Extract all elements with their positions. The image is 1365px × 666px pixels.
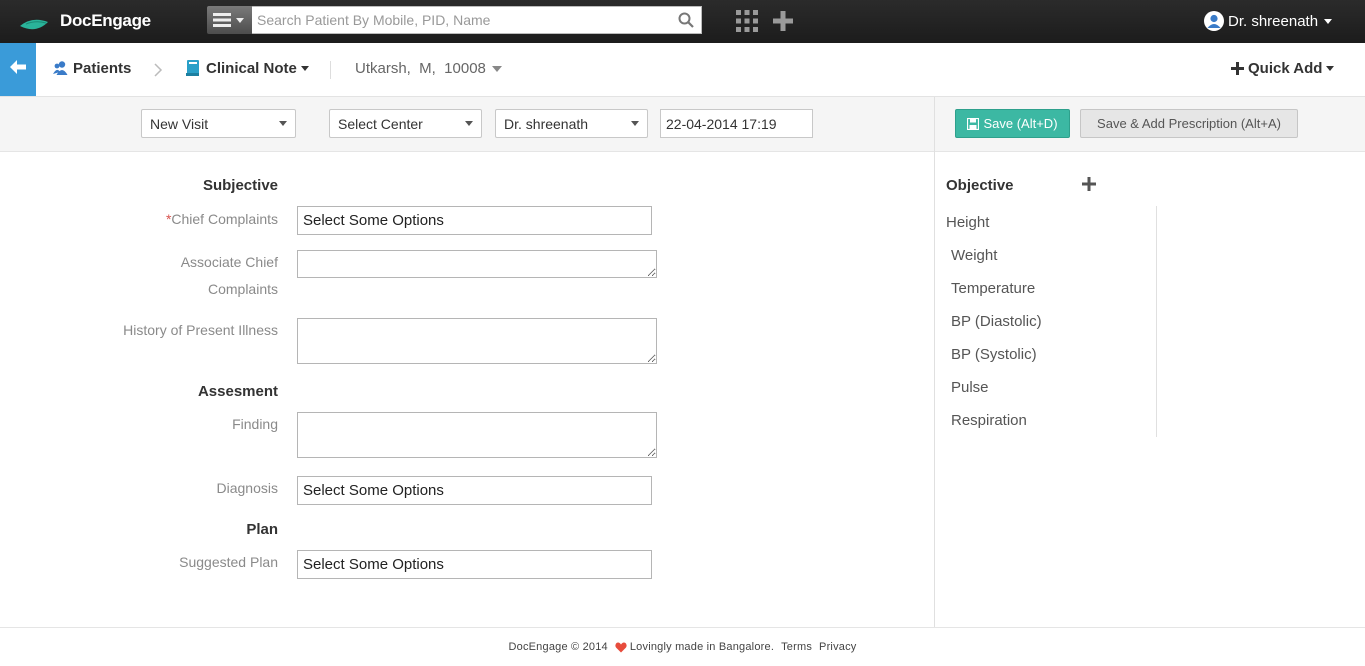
clinical-note-form: Subjective *Chief Complaints Select Some…: [0, 152, 934, 627]
quick-add-button[interactable]: Quick Add: [1231, 60, 1335, 77]
save-button-label: Save (Alt+D): [983, 116, 1058, 131]
search-icon[interactable]: [678, 12, 694, 28]
assessment-heading: Assesment: [197, 383, 278, 400]
footer-tagline-text: Lovingly made in Bangalore.: [629, 641, 775, 653]
visit-type-value: New Visit: [150, 115, 209, 132]
divider: [934, 97, 935, 152]
associate-label-line2: Complaints: [207, 281, 278, 297]
breadcrumb-patients-label: Patients: [73, 60, 132, 77]
chief-complaints-value: Select Some Options: [303, 212, 444, 229]
chevron-right-icon: [154, 63, 163, 77]
associate-label-line1: Associate Chief: [180, 254, 278, 270]
objective-heading: Objective: [946, 177, 1014, 194]
objective-item-bp-diastolic[interactable]: BP (Diastolic): [951, 313, 1042, 330]
back-button[interactable]: [0, 43, 36, 96]
divider: [330, 61, 331, 79]
chevron-down-icon: [465, 121, 473, 126]
patient-info-label: Utkarsh, M, 10008: [355, 60, 486, 77]
visit-datetime-input[interactable]: [660, 109, 813, 138]
footer-copyright: DocEngage © 2014: [508, 641, 608, 653]
suggested-plan-value: Select Some Options: [303, 556, 444, 573]
notebook-icon: [186, 60, 199, 76]
visit-type-select[interactable]: New Visit: [141, 109, 296, 138]
associate-chief-complaints-textarea[interactable]: [297, 250, 657, 278]
objective-item-weight[interactable]: Weight: [951, 247, 997, 264]
privacy-link[interactable]: Privacy: [819, 641, 856, 653]
subjective-heading: Subjective: [202, 177, 278, 194]
breadcrumb-bar: Patients Clinical Note Utkarsh, M, 10008…: [0, 43, 1365, 97]
breadcrumb-clinical-note[interactable]: Clinical Note: [186, 60, 309, 77]
objective-item-respiration[interactable]: Respiration: [951, 412, 1027, 429]
terms-link[interactable]: Terms: [781, 641, 812, 653]
chief-complaints-label: *Chief Complaints: [0, 206, 278, 233]
top-navbar: DocEngage Search Patient By Mobile, PID,…: [0, 0, 1365, 43]
visit-toolbar: New Visit Select Center Dr. shreenath Sa…: [0, 97, 1365, 152]
doctor-value: Dr. shreenath: [504, 115, 589, 132]
save-add-prescription-button[interactable]: Save & Add Prescription (Alt+A): [1080, 109, 1298, 138]
history-present-illness-textarea[interactable]: [297, 318, 657, 364]
objective-item-height[interactable]: Height: [946, 214, 989, 231]
chevron-down-icon: [491, 65, 502, 72]
suggested-plan-label: Suggested Plan: [179, 554, 278, 570]
objective-panel: Objective Height Weight Temperature BP (…: [934, 152, 1365, 627]
plan-heading: Plan: [246, 521, 278, 538]
history-present-illness-label: History of Present Illness: [123, 322, 278, 338]
patients-icon: [53, 61, 68, 75]
quick-add-label: Quick Add: [1248, 60, 1323, 77]
user-menu[interactable]: Dr. shreenath: [1204, 8, 1333, 34]
finding-textarea[interactable]: [297, 412, 657, 458]
add-plus-icon[interactable]: [771, 9, 795, 33]
associate-chief-complaints-label: Associate Chief Complaints: [0, 249, 278, 303]
docengage-logo[interactable]: DocEngage: [18, 6, 158, 36]
floppy-disk-icon: [967, 117, 980, 130]
plus-icon: [1231, 62, 1244, 75]
chief-complaints-select[interactable]: Select Some Options: [297, 206, 652, 235]
breadcrumb-clinical-note-label: Clinical Note: [206, 60, 297, 77]
chevron-down-icon: [279, 121, 287, 126]
doctor-select[interactable]: Dr. shreenath: [495, 109, 648, 138]
patient-selector[interactable]: Utkarsh, M, 10008: [355, 60, 502, 77]
user-name: Dr. shreenath: [1228, 12, 1319, 30]
footer-tagline: Lovingly made in Bangalore.: [615, 641, 774, 653]
chevron-down-icon: [631, 121, 639, 126]
suggested-plan-select[interactable]: Select Some Options: [297, 550, 652, 579]
center-value: Select Center: [338, 115, 423, 132]
search-input[interactable]: [252, 6, 702, 34]
objective-item-bp-systolic[interactable]: BP (Systolic): [951, 346, 1037, 363]
add-objective-plus-icon[interactable]: [1082, 177, 1096, 191]
finding-label: Finding: [232, 416, 278, 432]
apps-grid-icon[interactable]: [736, 10, 758, 32]
diagnosis-select[interactable]: Select Some Options: [297, 476, 652, 505]
chief-complaints-label-text: Chief Complaints: [171, 211, 278, 227]
breadcrumb-patients[interactable]: Patients: [52, 60, 131, 77]
menu-dropdown-button[interactable]: [207, 6, 252, 34]
footer: DocEngage © 2014 Lovingly made in Bangal…: [0, 627, 1365, 666]
center-select[interactable]: Select Center: [329, 109, 482, 138]
hamburger-icon: [213, 13, 244, 27]
brand-name: DocEngage: [60, 11, 151, 30]
chevron-down-icon: [1324, 18, 1333, 24]
diagnosis-label: Diagnosis: [216, 480, 278, 496]
leaf-logo-icon: [20, 19, 48, 30]
heart-icon: [615, 642, 627, 652]
objective-item-pulse[interactable]: Pulse: [951, 379, 989, 396]
arrow-left-icon: [10, 60, 26, 74]
save-button[interactable]: Save (Alt+D): [955, 109, 1070, 138]
user-avatar-icon: [1204, 11, 1224, 31]
chevron-down-icon: [300, 66, 309, 71]
search-bar: [207, 6, 702, 34]
chevron-down-icon: [1326, 66, 1335, 71]
diagnosis-value: Select Some Options: [303, 482, 444, 499]
objective-item-temperature[interactable]: Temperature: [951, 280, 1035, 297]
divider: [1156, 206, 1157, 437]
